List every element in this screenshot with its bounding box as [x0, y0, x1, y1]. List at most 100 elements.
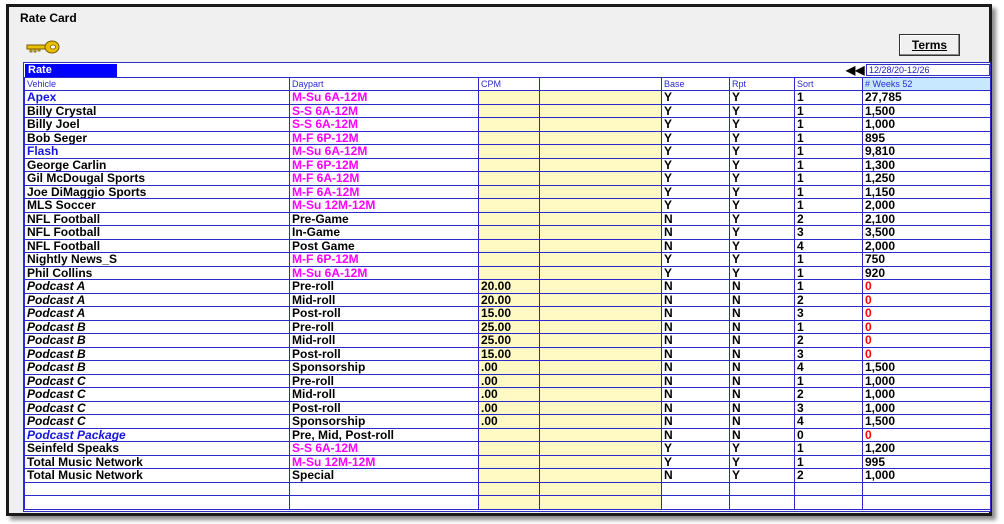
cpm-cell[interactable]: .00: [478, 373, 540, 388]
cpm-cell[interactable]: [478, 117, 540, 132]
table-row[interactable]: Podcast B Sponsorship .00 N N 4 1,500: [24, 360, 991, 375]
vehicle-cell[interactable]: Podcast C: [24, 400, 290, 415]
vehicle-cell[interactable]: Podcast C: [24, 387, 290, 402]
base-cell[interactable]: N: [661, 211, 730, 226]
cpm-cell[interactable]: [478, 265, 540, 280]
cpm-cell[interactable]: 25.00: [478, 319, 540, 334]
daypart-cell[interactable]: S-S 6A-12M: [289, 441, 479, 456]
daypart-cell[interactable]: M-F 6P-12M: [289, 252, 479, 267]
rpt-cell[interactable]: Y: [729, 265, 795, 280]
table-row[interactable]: Apex M-Su 6A-12M Y Y 1 27,785: [24, 90, 991, 105]
blank-cell[interactable]: [539, 265, 662, 280]
cpm-cell[interactable]: .00: [478, 400, 540, 415]
cpm-cell[interactable]: 15.00: [478, 306, 540, 321]
daypart-cell[interactable]: Mid-roll: [289, 333, 479, 348]
cpm-cell[interactable]: 25.00: [478, 333, 540, 348]
sort-cell[interactable]: 1: [794, 441, 863, 456]
rpt-cell[interactable]: N: [729, 373, 795, 388]
weeks-cell[interactable]: 1,250: [862, 171, 991, 186]
blank-cell[interactable]: [539, 144, 662, 159]
table-row[interactable]: Podcast B Post-roll 15.00 N N 3 0: [24, 346, 991, 361]
vehicle-cell[interactable]: Podcast B: [24, 346, 290, 361]
base-cell[interactable]: Y: [661, 130, 730, 145]
table-row[interactable]: NFL Football Pre-Game N Y 2 2,100: [24, 211, 991, 226]
vehicle-cell[interactable]: Podcast A: [24, 292, 290, 307]
vehicle-cell[interactable]: Podcast B: [24, 319, 290, 334]
cpm-cell[interactable]: [478, 171, 540, 186]
weeks-cell[interactable]: [862, 495, 991, 510]
column-header-cpm[interactable]: CPM: [478, 77, 540, 91]
key-icon[interactable]: [26, 40, 60, 54]
sort-cell[interactable]: 1: [794, 157, 863, 172]
weeks-cell[interactable]: 0: [862, 292, 991, 307]
blank-cell[interactable]: [539, 319, 662, 334]
sort-cell[interactable]: 3: [794, 400, 863, 415]
blank-cell[interactable]: [539, 427, 662, 442]
blank-cell[interactable]: [539, 468, 662, 483]
daypart-cell[interactable]: Post-roll: [289, 346, 479, 361]
table-row[interactable]: Podcast C Post-roll .00 N N 3 1,000: [24, 400, 991, 415]
weeks-cell[interactable]: 3,500: [862, 225, 991, 240]
base-cell[interactable]: N: [661, 225, 730, 240]
rpt-cell[interactable]: Y: [729, 144, 795, 159]
daypart-cell[interactable]: Pre-roll: [289, 279, 479, 294]
table-row[interactable]: Podcast C Sponsorship .00 N N 4 1,500: [24, 414, 991, 429]
daypart-cell[interactable]: M-Su 6A-12M: [289, 90, 479, 105]
rpt-cell[interactable]: N: [729, 333, 795, 348]
sort-cell[interactable]: 1: [794, 130, 863, 145]
sort-cell[interactable]: 1: [794, 90, 863, 105]
daypart-cell[interactable]: Special: [289, 468, 479, 483]
cpm-cell[interactable]: [478, 225, 540, 240]
rpt-cell[interactable]: [729, 481, 795, 496]
weeks-cell[interactable]: 1,500: [862, 360, 991, 375]
rpt-cell[interactable]: N: [729, 400, 795, 415]
daypart-cell[interactable]: Pre-Game: [289, 211, 479, 226]
rpt-cell[interactable]: Y: [729, 238, 795, 253]
vehicle-cell[interactable]: Billy Joel: [24, 117, 290, 132]
sort-cell[interactable]: 1: [794, 103, 863, 118]
table-row[interactable]: Podcast Package Pre, Mid, Post-roll N N 0 0: [24, 427, 991, 442]
sort-cell[interactable]: 1: [794, 265, 863, 280]
vehicle-cell[interactable]: Billy Crystal: [24, 103, 290, 118]
sort-cell[interactable]: 1: [794, 184, 863, 199]
rpt-cell[interactable]: N: [729, 387, 795, 402]
base-cell[interactable]: N: [661, 427, 730, 442]
cpm-cell[interactable]: [478, 495, 540, 510]
blank-cell[interactable]: [539, 117, 662, 132]
blank-cell[interactable]: [539, 387, 662, 402]
cpm-cell[interactable]: 15.00: [478, 346, 540, 361]
vehicle-cell[interactable]: Bob Seger: [24, 130, 290, 145]
weeks-cell[interactable]: 0: [862, 427, 991, 442]
daypart-cell[interactable]: Pre-roll: [289, 373, 479, 388]
base-cell[interactable]: N: [661, 292, 730, 307]
empty-row[interactable]: [24, 495, 991, 510]
sort-cell[interactable]: 1: [794, 454, 863, 469]
blank-cell[interactable]: [539, 373, 662, 388]
weeks-cell[interactable]: 995: [862, 454, 991, 469]
table-row[interactable]: Joe DiMaggio Sports M-F 6A-12M Y Y 1 1,150: [24, 184, 991, 199]
vehicle-cell[interactable]: Podcast C: [24, 373, 290, 388]
vehicle-cell[interactable]: [24, 495, 290, 510]
sort-cell[interactable]: 4: [794, 414, 863, 429]
base-cell[interactable]: Y: [661, 198, 730, 213]
cpm-cell[interactable]: .00: [478, 360, 540, 375]
cpm-cell[interactable]: [478, 441, 540, 456]
table-row[interactable]: Podcast C Pre-roll .00 N N 1 1,000: [24, 373, 991, 388]
table-row[interactable]: Bob Seger M-F 6P-12M Y Y 1 895: [24, 130, 991, 145]
column-header-vehicle[interactable]: Vehicle: [24, 77, 290, 91]
daypart-cell[interactable]: [289, 495, 479, 510]
blank-cell[interactable]: [539, 157, 662, 172]
vehicle-cell[interactable]: Seinfeld Speaks: [24, 441, 290, 456]
blank-cell[interactable]: [539, 184, 662, 199]
base-cell[interactable]: N: [661, 373, 730, 388]
rpt-cell[interactable]: Y: [729, 468, 795, 483]
weeks-cell[interactable]: 1,000: [862, 387, 991, 402]
base-cell[interactable]: N: [661, 319, 730, 334]
rpt-cell[interactable]: Y: [729, 454, 795, 469]
first-page-icon[interactable]: ◀◀: [846, 64, 864, 76]
blank-cell[interactable]: [539, 90, 662, 105]
vehicle-cell[interactable]: Podcast B: [24, 333, 290, 348]
blank-cell[interactable]: [539, 279, 662, 294]
rpt-cell[interactable]: Y: [729, 130, 795, 145]
table-row[interactable]: NFL Football Post Game N Y 4 2,000: [24, 238, 991, 253]
